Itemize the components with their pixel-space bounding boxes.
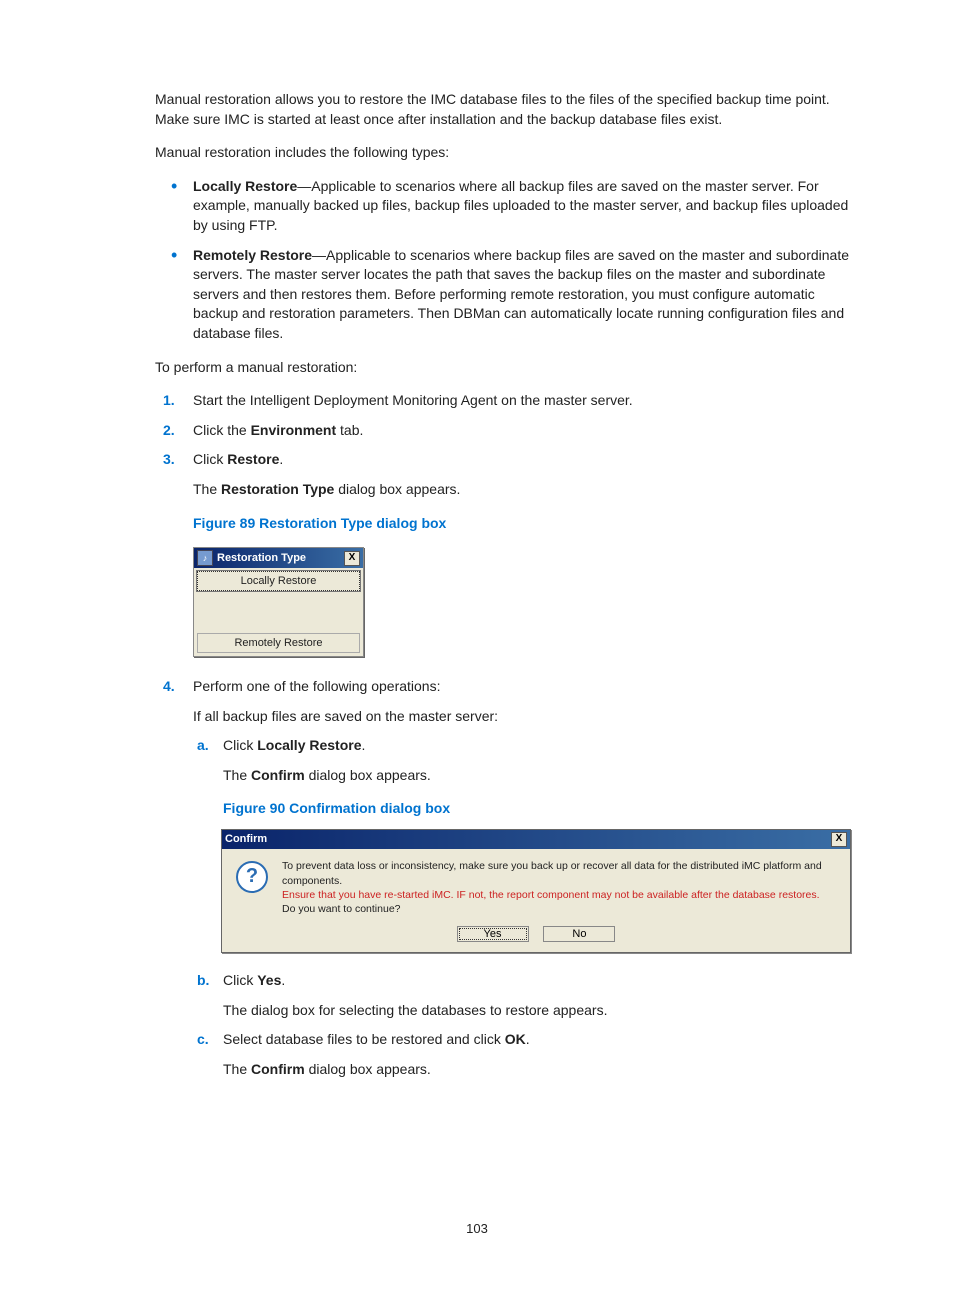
paragraph: Manual restoration allows you to restore… [155,90,854,129]
text: . [279,451,283,467]
step-number: 3. [163,450,175,470]
text: Start the Intelligent Deployment Monitor… [193,392,633,408]
step-detail: If all backup files are saved on the mas… [193,707,854,727]
numbered-list: 1. Start the Intelligent Deployment Moni… [155,391,854,533]
paragraph: To perform a manual restoration: [155,358,854,378]
sub-list: a. Click Locally Restore. The Confirm di… [193,736,854,1079]
list-item: c. Select database files to be restored … [223,1030,854,1079]
step-result: The dialog box for selecting the databas… [223,1001,854,1021]
list-item: b. Click Yes. The dialog box for selecti… [223,971,854,1020]
list-item: Locally Restore—Applicable to scenarios … [193,177,854,236]
step-result: The Confirm dialog box appears. [223,766,854,786]
step-result: The Confirm dialog box appears. [223,1060,854,1080]
app-icon: ♪ [197,550,213,566]
dialog-body: Locally Restore Remotely Restore [194,571,363,653]
spacer [194,594,363,630]
yes-button[interactable]: Yes [457,926,529,942]
question-icon: ? [236,861,268,893]
text: Click [193,451,227,467]
page-number: 103 [0,1221,954,1236]
list-item: 2. Click the Environment tab. [193,421,854,441]
term: Remotely Restore [193,247,312,263]
restoration-type-dialog: ♪ Restoration Type X Locally Restore Rem… [193,547,364,657]
close-icon[interactable]: X [344,551,360,566]
list-item: a. Click Locally Restore. The Confirm di… [223,736,854,953]
step-result: The Restoration Type dialog box appears. [193,480,854,500]
step-number: 4. [163,677,175,697]
confirm-dialog: Confirm X ? To prevent data loss or inco… [221,829,851,953]
step-number: 2. [163,421,175,441]
step-number: 1. [163,391,175,411]
dialog-title: Confirm [225,832,267,847]
dialog-buttons: Yes No [222,920,850,952]
list-item: 1. Start the Intelligent Deployment Moni… [193,391,854,411]
bold-term: Restore [227,451,279,467]
remotely-restore-button[interactable]: Remotely Restore [197,633,360,653]
sub-letter: a. [197,736,209,756]
no-button[interactable]: No [543,926,615,942]
dialog-body: ? To prevent data loss or inconsistency,… [222,849,850,920]
dialog-titlebar: ♪ Restoration Type X [194,548,363,568]
close-icon[interactable]: X [831,832,847,847]
figure-caption: Figure 89 Restoration Type dialog box [193,514,854,534]
text: tab. [336,422,363,438]
paragraph: Manual restoration includes the followin… [155,143,854,163]
text: Click the [193,422,251,438]
figure-caption: Figure 90 Confirmation dialog box [223,799,854,819]
bullet-list: Locally Restore—Applicable to scenarios … [155,177,854,344]
list-item: Remotely Restore—Applicable to scenarios… [193,246,854,344]
document-page: Manual restoration allows you to restore… [0,0,954,1296]
dialog-titlebar: Confirm X [222,830,850,849]
list-item: 4. Perform one of the following operatio… [193,677,854,1079]
term: Locally Restore [193,178,297,194]
list-item: 3. Click Restore. The Restoration Type d… [193,450,854,533]
text: Perform one of the following operations: [193,678,440,694]
dialog-title: Restoration Type [217,552,306,564]
bold-term: Environment [251,422,337,438]
sub-letter: c. [197,1030,209,1050]
dialog-message: To prevent data loss or inconsistency, m… [282,859,836,916]
locally-restore-button[interactable]: Locally Restore [197,571,360,591]
numbered-list-continued: 4. Perform one of the following operatio… [155,677,854,1079]
sub-letter: b. [197,971,209,991]
